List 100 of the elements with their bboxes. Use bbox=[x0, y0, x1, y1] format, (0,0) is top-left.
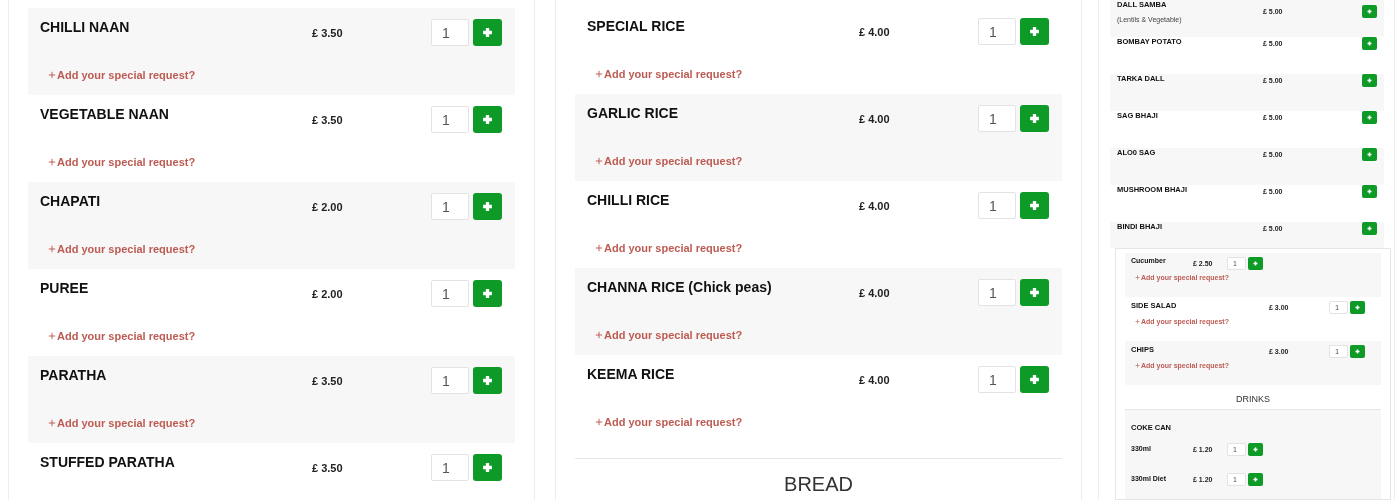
special-request-link[interactable]: Add your special request? bbox=[595, 242, 743, 254]
add-button[interactable] bbox=[1020, 366, 1049, 393]
add-button[interactable] bbox=[1020, 192, 1049, 219]
special-request-link[interactable]: Add your special request? bbox=[48, 156, 196, 168]
plus-icon bbox=[1367, 115, 1372, 120]
add-button[interactable] bbox=[1362, 37, 1377, 50]
plus-icon bbox=[1367, 9, 1372, 14]
plus-icon bbox=[1253, 476, 1258, 482]
plus-icon bbox=[48, 71, 56, 79]
plus-icon bbox=[482, 27, 493, 38]
add-button[interactable] bbox=[1020, 279, 1049, 306]
plus-icon bbox=[1029, 113, 1040, 124]
special-request-link[interactable]: Add your special request? bbox=[48, 69, 196, 81]
add-button[interactable] bbox=[1362, 5, 1377, 18]
item-price: £ 3.50 bbox=[312, 374, 344, 387]
item-price: £ 4.00 bbox=[859, 25, 891, 38]
plus-icon bbox=[595, 418, 603, 426]
item-name: PUREE bbox=[40, 280, 90, 297]
item-name: GARLIC RICE bbox=[587, 105, 679, 122]
plus-icon bbox=[1355, 349, 1360, 354]
item-price: £ 3.50 bbox=[312, 26, 344, 39]
item-price: £ 4.00 bbox=[859, 112, 891, 125]
special-request-link[interactable]: Add your special request? bbox=[595, 155, 743, 167]
item-price: £ 3.50 bbox=[312, 461, 344, 474]
plus-icon bbox=[1135, 363, 1140, 368]
plus-icon bbox=[482, 201, 493, 212]
plus-icon bbox=[482, 114, 493, 125]
quantity-field[interactable]: 1 bbox=[431, 19, 469, 46]
quantity-field[interactable]: 1 bbox=[978, 279, 1016, 306]
plus-icon bbox=[595, 244, 603, 252]
item-name: CHILLI RICE bbox=[587, 192, 671, 209]
item-name: KEEMA RICE bbox=[587, 366, 676, 383]
add-button[interactable] bbox=[1248, 442, 1263, 456]
item-price: £ 4.00 bbox=[859, 199, 891, 212]
plus-icon bbox=[1355, 305, 1360, 310]
quantity-field[interactable]: 1 bbox=[431, 367, 469, 394]
plus-icon bbox=[595, 331, 603, 339]
quantity-field[interactable]: 1 bbox=[431, 193, 469, 220]
add-button[interactable] bbox=[1248, 472, 1263, 486]
plus-icon bbox=[482, 288, 493, 299]
add-button[interactable] bbox=[1350, 345, 1365, 358]
item-name: STUFFED PARATHA bbox=[40, 454, 176, 471]
add-button[interactable] bbox=[473, 19, 502, 46]
item-price: £ 3.50 bbox=[312, 113, 344, 126]
plus-icon bbox=[48, 158, 56, 166]
item-price: £ 2.00 bbox=[312, 200, 344, 213]
add-button[interactable] bbox=[1248, 257, 1263, 270]
add-button[interactable] bbox=[473, 280, 502, 307]
plus-icon bbox=[48, 332, 56, 340]
add-button[interactable] bbox=[473, 367, 502, 394]
item-name: PARATHA bbox=[40, 367, 108, 384]
item-price: £ 2.00 bbox=[312, 287, 344, 300]
item-price: £ 4.00 bbox=[859, 373, 891, 386]
plus-icon bbox=[1253, 446, 1258, 452]
plus-icon bbox=[482, 375, 493, 386]
add-button[interactable] bbox=[1020, 105, 1049, 132]
item-price: £ 4.00 bbox=[859, 286, 891, 299]
plus-icon bbox=[1367, 226, 1372, 231]
quantity-field[interactable]: 1 bbox=[978, 366, 1016, 393]
special-request-link[interactable]: Add your special request? bbox=[48, 330, 196, 342]
add-button[interactable] bbox=[473, 193, 502, 220]
add-button[interactable] bbox=[1362, 148, 1377, 161]
plus-icon bbox=[1029, 200, 1040, 211]
add-button[interactable] bbox=[473, 454, 502, 481]
special-request-link[interactable]: Add your special request? bbox=[48, 243, 196, 255]
add-button[interactable] bbox=[1362, 185, 1377, 198]
section-heading: BREAD bbox=[783, 472, 854, 497]
special-request-link[interactable]: Add your special request? bbox=[595, 416, 743, 428]
plus-icon bbox=[482, 462, 493, 473]
plus-icon bbox=[1029, 26, 1040, 37]
plus-icon bbox=[1367, 78, 1372, 83]
add-button[interactable] bbox=[1350, 301, 1365, 314]
add-button[interactable] bbox=[1362, 74, 1377, 87]
item-name: VEGETABLE NAAN bbox=[40, 106, 170, 123]
plus-icon bbox=[595, 157, 603, 165]
plus-icon bbox=[48, 419, 56, 427]
plus-icon bbox=[595, 70, 603, 78]
quantity-field[interactable]: 1 bbox=[431, 106, 469, 133]
plus-icon bbox=[48, 245, 56, 253]
special-request-link[interactable]: Add your special request? bbox=[595, 68, 743, 80]
special-request-link[interactable]: Add your special request? bbox=[48, 417, 196, 429]
add-button[interactable] bbox=[1362, 111, 1377, 124]
quantity-field[interactable]: 1 bbox=[978, 18, 1016, 45]
add-button[interactable] bbox=[473, 106, 502, 133]
quantity-field[interactable]: 1 bbox=[978, 105, 1016, 132]
quantity-field[interactable]: 1 bbox=[978, 192, 1016, 219]
plus-icon bbox=[1253, 261, 1258, 266]
section-heading: DRINKS bbox=[1235, 393, 1271, 406]
add-button[interactable] bbox=[1020, 18, 1049, 45]
special-request-link[interactable]: Add your special request? bbox=[595, 329, 743, 341]
add-button[interactable] bbox=[1362, 222, 1377, 235]
item-name: CHILLI NAAN bbox=[40, 19, 131, 36]
quantity-field[interactable]: 1 bbox=[431, 280, 469, 307]
item-name: CHAPATI bbox=[40, 193, 102, 210]
plus-icon bbox=[1135, 275, 1140, 280]
plus-icon bbox=[1367, 152, 1372, 157]
quantity-field[interactable]: 1 bbox=[431, 454, 469, 481]
plus-icon bbox=[1367, 189, 1372, 194]
plus-icon bbox=[1029, 374, 1040, 385]
plus-icon bbox=[1029, 287, 1040, 298]
